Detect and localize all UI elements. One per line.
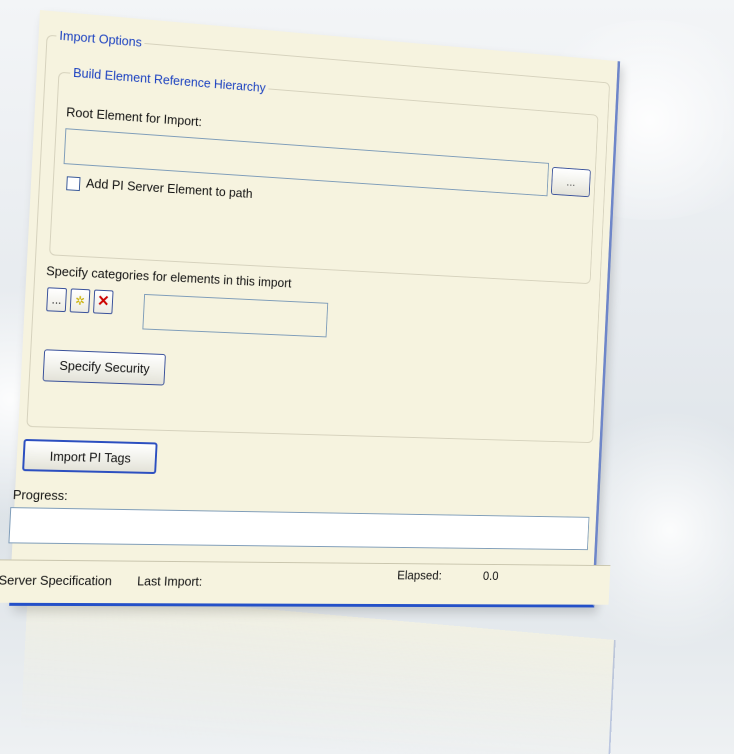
server-specification-label: Server Specification: [0, 572, 113, 589]
status-bar: Server Specification Last Import: Elapse…: [0, 559, 611, 605]
remove-category-button[interactable]: ✕: [93, 289, 114, 315]
last-import-label: Last Import:: [136, 573, 203, 589]
screen: Import Options Build Element Reference H…: [0, 0, 734, 754]
add-category-button[interactable]: ✲: [69, 288, 91, 314]
ellipsis-icon: ...: [51, 292, 62, 307]
progress-label: Progress:: [12, 486, 69, 504]
browse-categories-button[interactable]: ...: [46, 287, 67, 313]
window-reflection: [20, 588, 616, 754]
delete-x-icon: ✕: [96, 292, 110, 311]
browse-root-button[interactable]: ...: [550, 166, 591, 198]
elapsed-label: Elapsed:: [396, 567, 443, 583]
import-pi-tags-button[interactable]: Import PI Tags: [22, 438, 158, 475]
specify-security-button[interactable]: Specify Security: [42, 349, 166, 386]
new-star-icon: ✲: [74, 293, 86, 308]
add-server-element-checkbox[interactable]: [66, 176, 81, 192]
import-window: Import Options Build Element Reference H…: [0, 10, 621, 608]
progress-bar: [8, 507, 590, 551]
elapsed-value: 0.0: [482, 568, 499, 583]
